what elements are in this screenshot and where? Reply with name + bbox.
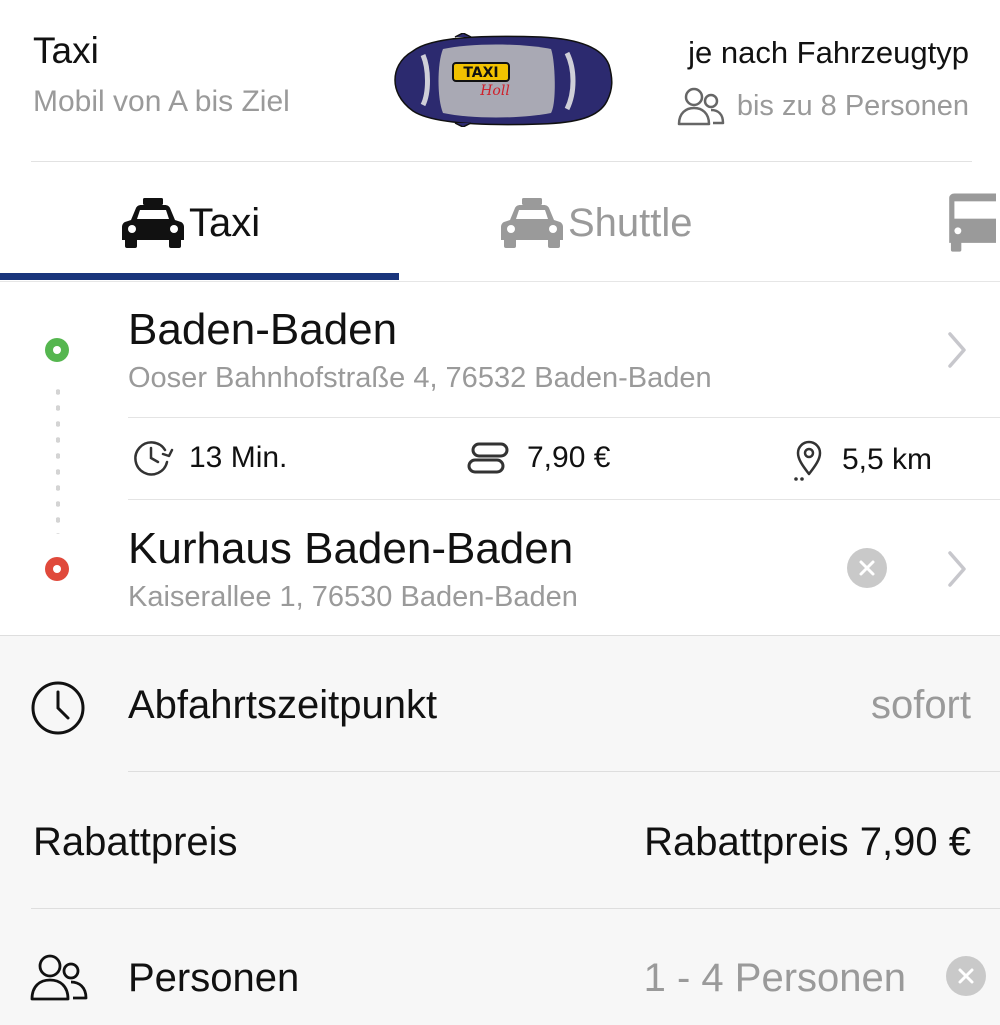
clear-persons-button[interactable] — [946, 956, 986, 996]
close-icon — [958, 968, 974, 984]
departure-value[interactable]: sofort — [871, 683, 971, 728]
settings-divider — [128, 771, 1000, 772]
svg-text:TAXI: TAXI — [463, 65, 498, 81]
service-subtitle: Mobil von A bis Ziel — [33, 85, 290, 118]
bus-icon — [949, 193, 996, 252]
active-tab-indicator — [0, 273, 399, 280]
service-title: Taxi — [33, 30, 99, 71]
tab-shuttle-label: Shuttle — [568, 200, 693, 245]
clock-icon — [31, 681, 85, 735]
start-point-marker — [45, 338, 69, 362]
persons-icon — [30, 954, 88, 1001]
location-pin-icon — [794, 440, 822, 481]
persons-value[interactable]: 1 - 4 Personen — [644, 956, 906, 1001]
trip-price-value: 7,90 € — [527, 441, 611, 474]
capacity-info: bis zu 8 Personen — [677, 86, 969, 126]
trip-distance: 5,5 km — [790, 438, 932, 482]
tab-taxi-label: Taxi — [189, 200, 261, 245]
trip-price: 7,90 € — [467, 438, 610, 478]
vehicle-type-info: je nach Fahrzeugtyp — [688, 35, 969, 70]
start-location-name[interactable]: Baden-Baden — [128, 305, 397, 355]
discount-value: Rabattpreis 7,90 € — [644, 820, 971, 864]
close-icon — [859, 560, 875, 576]
end-point-marker — [45, 557, 69, 581]
chevron-right-icon[interactable] — [946, 549, 968, 589]
persons-icon — [677, 87, 725, 126]
departure-label[interactable]: Abfahrtszeitpunkt — [128, 683, 437, 728]
start-location-address[interactable]: Ooser Bahnhofstraße 4, 76532 Baden-Baden — [128, 362, 712, 395]
shuttle-car-icon — [501, 198, 563, 248]
route-connector — [56, 384, 60, 534]
tab-bus[interactable] — [944, 188, 1000, 258]
route-divider — [128, 499, 1000, 500]
clock-refresh-icon — [134, 441, 174, 476]
end-location-address[interactable]: Kaiserallee 1, 76530 Baden-Baden — [128, 581, 578, 614]
end-location-name[interactable]: Kurhaus Baden-Baden — [128, 524, 573, 574]
clear-destination-button[interactable] — [847, 548, 887, 588]
discount-label: Rabattpreis — [33, 820, 238, 864]
header-divider — [31, 161, 972, 162]
settings-divider — [31, 908, 1000, 909]
trip-duration-value: 13 Min. — [189, 441, 288, 474]
trip-distance-value: 5,5 km — [842, 443, 933, 476]
persons-label[interactable]: Personen — [128, 956, 299, 1001]
tab-shuttle[interactable]: Shuttle — [500, 188, 693, 258]
trip-duration: 13 Min. — [131, 438, 287, 478]
taxi-car-image: TAXI Holl — [394, 33, 613, 127]
tabs-divider — [0, 281, 1000, 282]
money-icon — [467, 442, 509, 474]
svg-text:Holl: Holl — [479, 83, 510, 99]
capacity-text: bis zu 8 Personen — [736, 89, 969, 122]
taxi-car-icon — [122, 198, 184, 248]
tab-taxi[interactable]: Taxi — [121, 188, 260, 258]
route-divider — [128, 417, 1000, 418]
chevron-right-icon[interactable] — [946, 330, 968, 370]
